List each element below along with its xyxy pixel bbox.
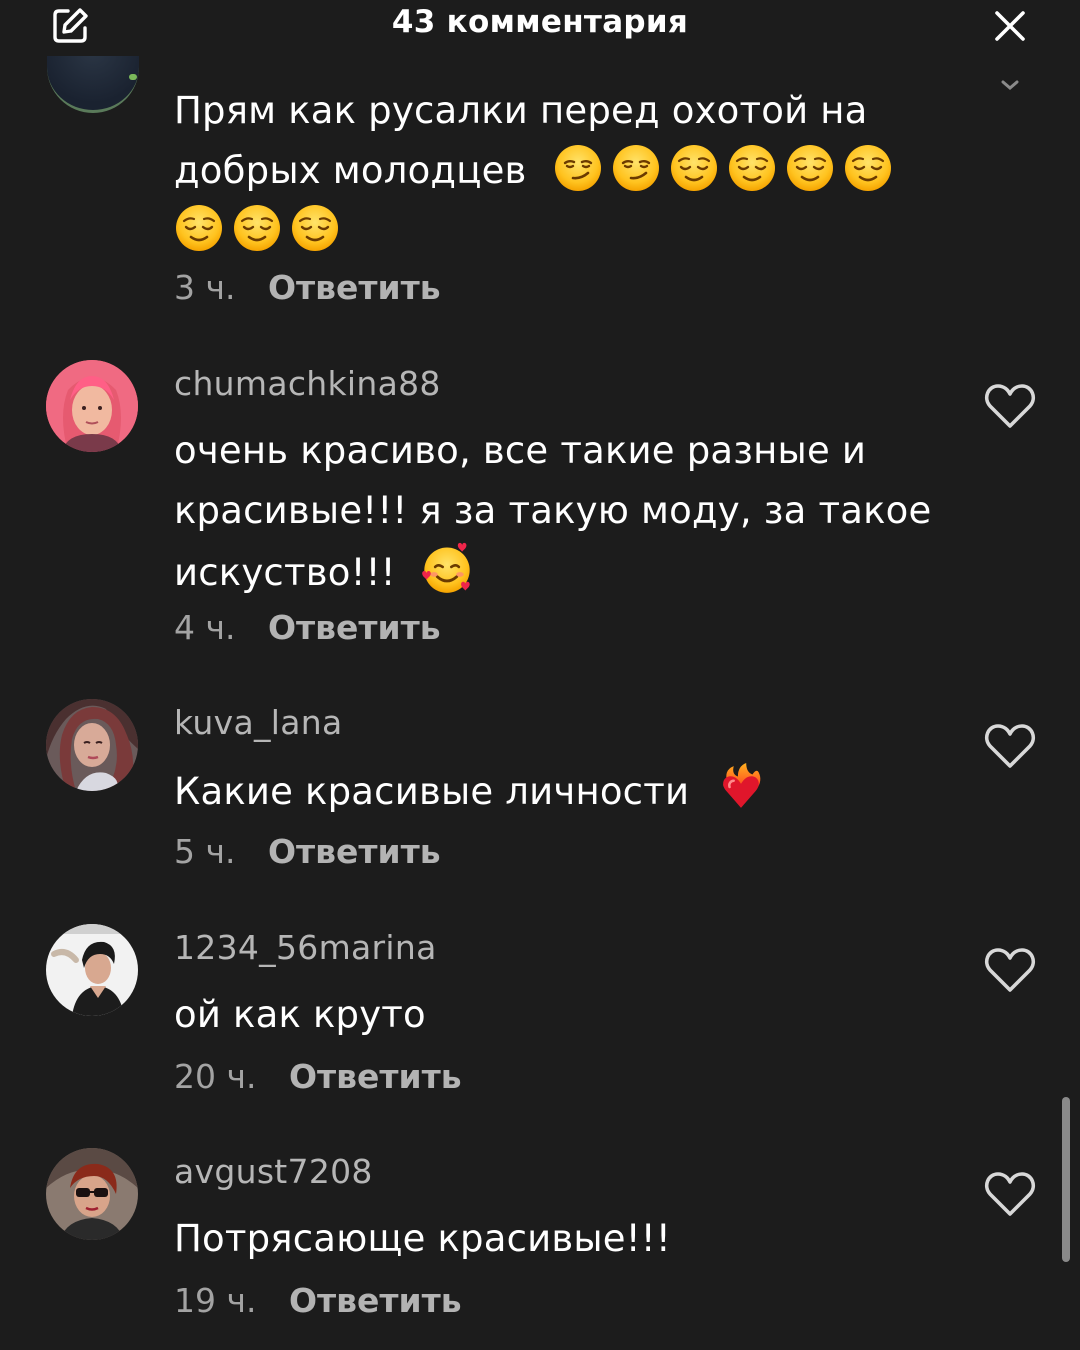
comment-time: 19 ч. bbox=[174, 1281, 257, 1320]
comment-text: Какие красивые личности bbox=[174, 762, 934, 822]
comment-time: 4 ч. bbox=[174, 608, 236, 647]
comment-time: 5 ч. bbox=[174, 832, 236, 871]
avatar[interactable] bbox=[46, 924, 138, 1016]
smirk-emoji-icon bbox=[553, 143, 603, 193]
close-icon bbox=[995, 11, 1025, 41]
heart-icon bbox=[985, 384, 1035, 428]
like-button[interactable] bbox=[984, 1170, 1036, 1218]
avatar[interactable] bbox=[46, 699, 138, 791]
comment-text: ой как круто bbox=[174, 985, 934, 1045]
relieved-emoji-icon bbox=[727, 143, 777, 193]
comment-body: очень красиво, все такие разные и красив… bbox=[174, 429, 932, 594]
relieved-emoji-icon bbox=[174, 203, 224, 253]
avatar[interactable] bbox=[46, 1148, 138, 1240]
like-button[interactable] bbox=[984, 382, 1036, 430]
relieved-emoji-icon bbox=[785, 143, 835, 193]
chevron-down-icon bbox=[1001, 80, 1019, 90]
avatar[interactable] bbox=[46, 360, 138, 452]
smirk-emoji-icon bbox=[611, 143, 661, 193]
close-button[interactable] bbox=[986, 2, 1034, 50]
comment-username[interactable]: avgust7208 bbox=[174, 1152, 373, 1191]
heart-on-fire-emoji-icon bbox=[715, 762, 767, 814]
comment-meta: 4 ч. Ответить bbox=[174, 608, 441, 647]
comment-body: ой как круто bbox=[174, 993, 426, 1036]
comments-header: 43 комментария bbox=[0, 0, 1080, 56]
reply-button[interactable]: Ответить bbox=[289, 1281, 462, 1320]
smiling-face-with-hearts-emoji-icon bbox=[420, 541, 474, 595]
comment-meta: 19 ч. Ответить bbox=[174, 1281, 462, 1320]
comments-count-title: 43 комментария bbox=[391, 4, 689, 40]
scrollbar[interactable] bbox=[1062, 1097, 1070, 1262]
comment-meta: 3 ч. Ответить bbox=[174, 268, 441, 307]
comment-text: очень красиво, все такие разные и красив… bbox=[174, 421, 934, 603]
relieved-emoji-icon bbox=[232, 203, 282, 253]
comment-username[interactable]: 1234_56marina bbox=[174, 928, 437, 967]
reply-button[interactable]: Ответить bbox=[268, 832, 441, 871]
comment-meta: 20 ч. Ответить bbox=[174, 1057, 462, 1096]
comment-meta: 5 ч. Ответить bbox=[174, 832, 441, 871]
comment-text: Прям как русалки перед охотой на добрых … bbox=[174, 81, 934, 261]
heart-icon bbox=[985, 724, 1035, 768]
relieved-emoji-icon bbox=[843, 143, 893, 193]
relieved-emoji-icon bbox=[290, 203, 340, 253]
like-button[interactable] bbox=[984, 946, 1036, 994]
like-button[interactable] bbox=[984, 722, 1036, 770]
reply-button[interactable]: Ответить bbox=[268, 608, 441, 647]
comment-username[interactable]: chumachkina88 bbox=[174, 364, 441, 403]
comment-body: Какие красивые личности bbox=[174, 770, 690, 813]
comment-body: Потрясающе красивые!!! bbox=[174, 1217, 671, 1260]
comments-screen: 43 комментария Прям как русалки перед ох… bbox=[0, 0, 1080, 1350]
heart-icon bbox=[985, 948, 1035, 992]
reply-button[interactable]: Ответить bbox=[268, 268, 441, 307]
comment-time: 3 ч. bbox=[174, 268, 236, 307]
comment-username[interactable]: kuva_lana bbox=[174, 703, 343, 742]
reply-button[interactable]: Ответить bbox=[289, 1057, 462, 1096]
relieved-emoji-icon bbox=[669, 143, 719, 193]
comment-text: Потрясающе красивые!!! bbox=[174, 1209, 934, 1269]
heart-icon bbox=[985, 1172, 1035, 1216]
comment-time: 20 ч. bbox=[174, 1057, 257, 1096]
